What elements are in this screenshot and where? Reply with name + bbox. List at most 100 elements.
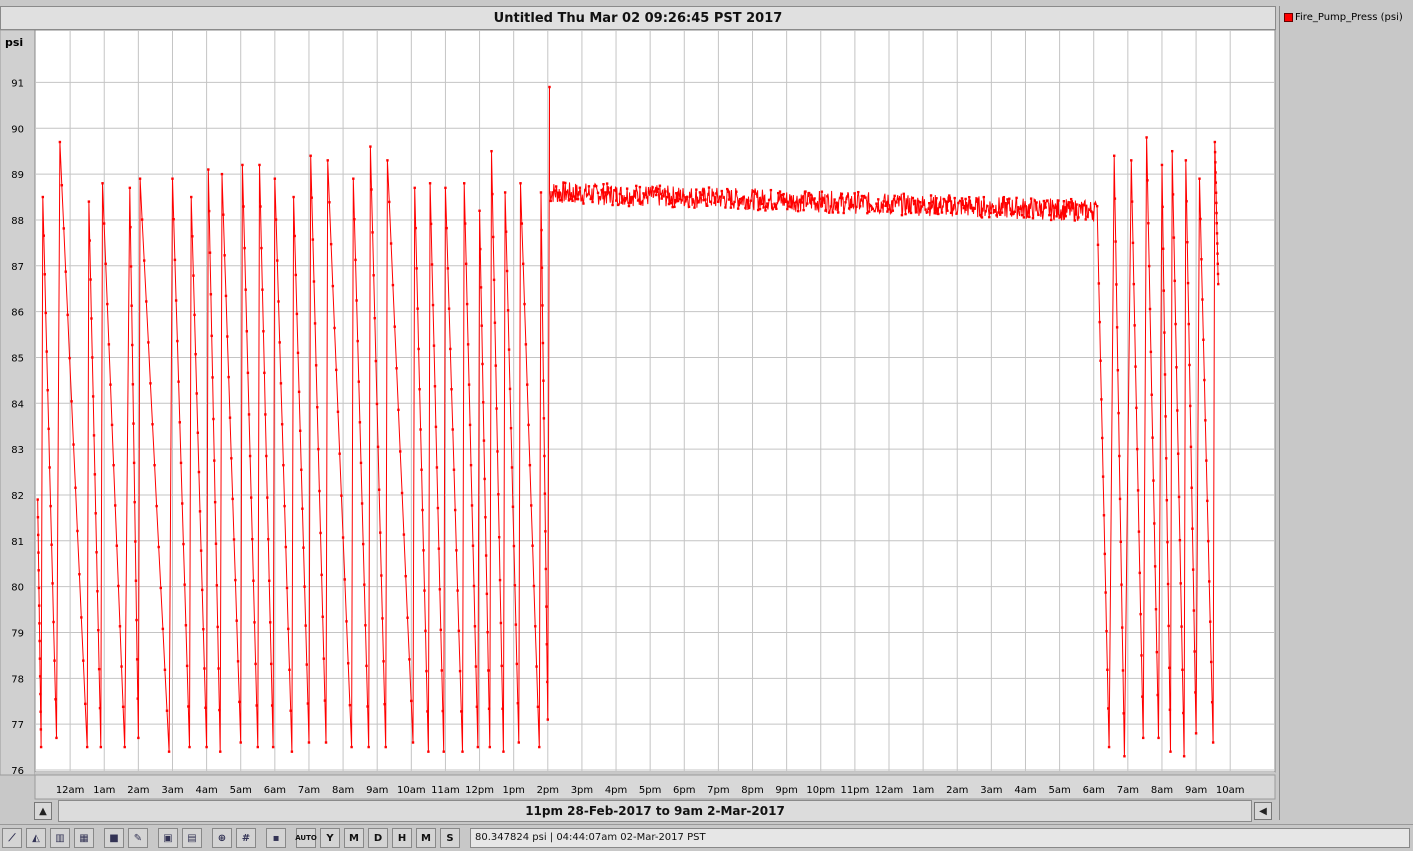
multi-chart-icon[interactable]: ▦ [74,828,94,848]
data-point [769,188,773,192]
data-point [46,388,49,392]
data-point [135,658,139,661]
data-point [713,201,716,205]
legend-entry[interactable]: Fire_Pump_Press (psi) [1284,12,1403,23]
data-point [546,680,549,684]
data-point [1106,668,1109,672]
y-tick-label: 77 [11,720,24,731]
pressure-chart[interactable]: 76 77 78 79 80 81 82 83 84 85 86 87 88 89 90 91 psi 12am 1… [0,30,1276,800]
plot-area[interactable]: 76 77 78 79 80 81 82 83 84 85 86 87 88 89 90 91 psi 12am 1… [0,30,1276,800]
data-point [469,463,473,467]
data-point [1019,207,1022,210]
data-point [720,189,723,193]
data-point [485,592,489,596]
hour-button[interactable]: H [392,828,412,848]
data-point [904,212,907,216]
data-point [39,728,43,731]
data-point [157,545,160,549]
data-point [620,201,623,204]
data-point [414,226,417,230]
data-point [123,745,126,749]
cube-icon[interactable]: ■ [104,828,124,848]
data-point [618,192,622,196]
second-button[interactable]: S [440,828,460,848]
data-point [92,434,96,437]
data-point [402,533,406,536]
data-point [938,205,942,209]
data-point [464,262,468,266]
tile-icon[interactable]: ▤ [182,828,202,848]
data-point [928,201,931,205]
data-point [490,149,493,153]
data-point [521,262,525,266]
day-button[interactable]: D [368,828,388,848]
data-point [444,186,447,190]
data-point [333,326,336,330]
data-point [151,423,154,426]
zoom-icon[interactable]: ⊕ [212,828,232,848]
bar-chart-icon[interactable]: ▥ [50,828,70,848]
scroll-up-icon[interactable]: ▲ [34,802,52,820]
y-tick-label: 90 [11,124,24,135]
data-point [530,504,533,507]
scroll-left-icon[interactable]: ◀ [1254,802,1272,820]
year-button[interactable]: Y [320,828,340,848]
data-point [184,624,188,627]
data-point [833,198,836,201]
x-tick-label: 2pm [537,785,559,796]
data-point [134,540,137,543]
auto-button[interactable]: AUTO [295,828,317,848]
data-point [239,741,242,744]
data-point [531,544,534,547]
data-point [463,222,467,225]
data-point [818,197,822,201]
data-point [60,184,64,187]
data-point [91,356,94,359]
data-point [252,579,255,582]
data-point [1064,215,1067,218]
month-button[interactable]: M [344,828,364,848]
grid-icon[interactable]: # [236,828,256,848]
y-tick-label: 84 [11,399,24,410]
data-point [1121,626,1124,629]
data-point [1096,243,1100,247]
data-point [1055,215,1058,218]
data-point [1107,745,1111,749]
area-chart-icon[interactable]: ◭ [26,828,46,848]
data-point [1216,272,1220,276]
data-point [519,182,522,185]
data-point [208,251,212,254]
data-point [302,546,305,549]
data-point [802,208,805,212]
x-tick-label: 3pm [571,785,593,796]
data-point [224,294,228,298]
data-point [47,427,50,431]
data-point [431,303,435,307]
data-point [635,184,638,188]
data-point [1208,580,1211,583]
data-point [1209,660,1213,664]
data-point [1202,338,1205,341]
data-point [134,579,138,582]
save-icon[interactable]: ▪ [266,828,286,848]
data-point [266,496,269,499]
y-tick-label: 80 [11,583,24,594]
data-point [503,191,507,194]
data-point [513,584,517,587]
data-point [118,625,122,628]
data-point [746,198,749,202]
data-point [132,422,135,425]
minute-button[interactable]: M [416,828,436,848]
data-point [653,190,656,193]
x-tick-label: 3am [161,785,183,796]
data-point [1153,522,1156,525]
line-chart-icon[interactable]: ⟋ [2,828,22,848]
data-point [177,380,180,383]
data-point [370,188,373,191]
window-icon[interactable]: ▣ [158,828,178,848]
data-point [58,140,62,144]
data-point [288,668,291,672]
brush-icon[interactable]: ✎ [128,828,148,848]
data-point [1154,608,1158,611]
data-point [773,202,776,205]
